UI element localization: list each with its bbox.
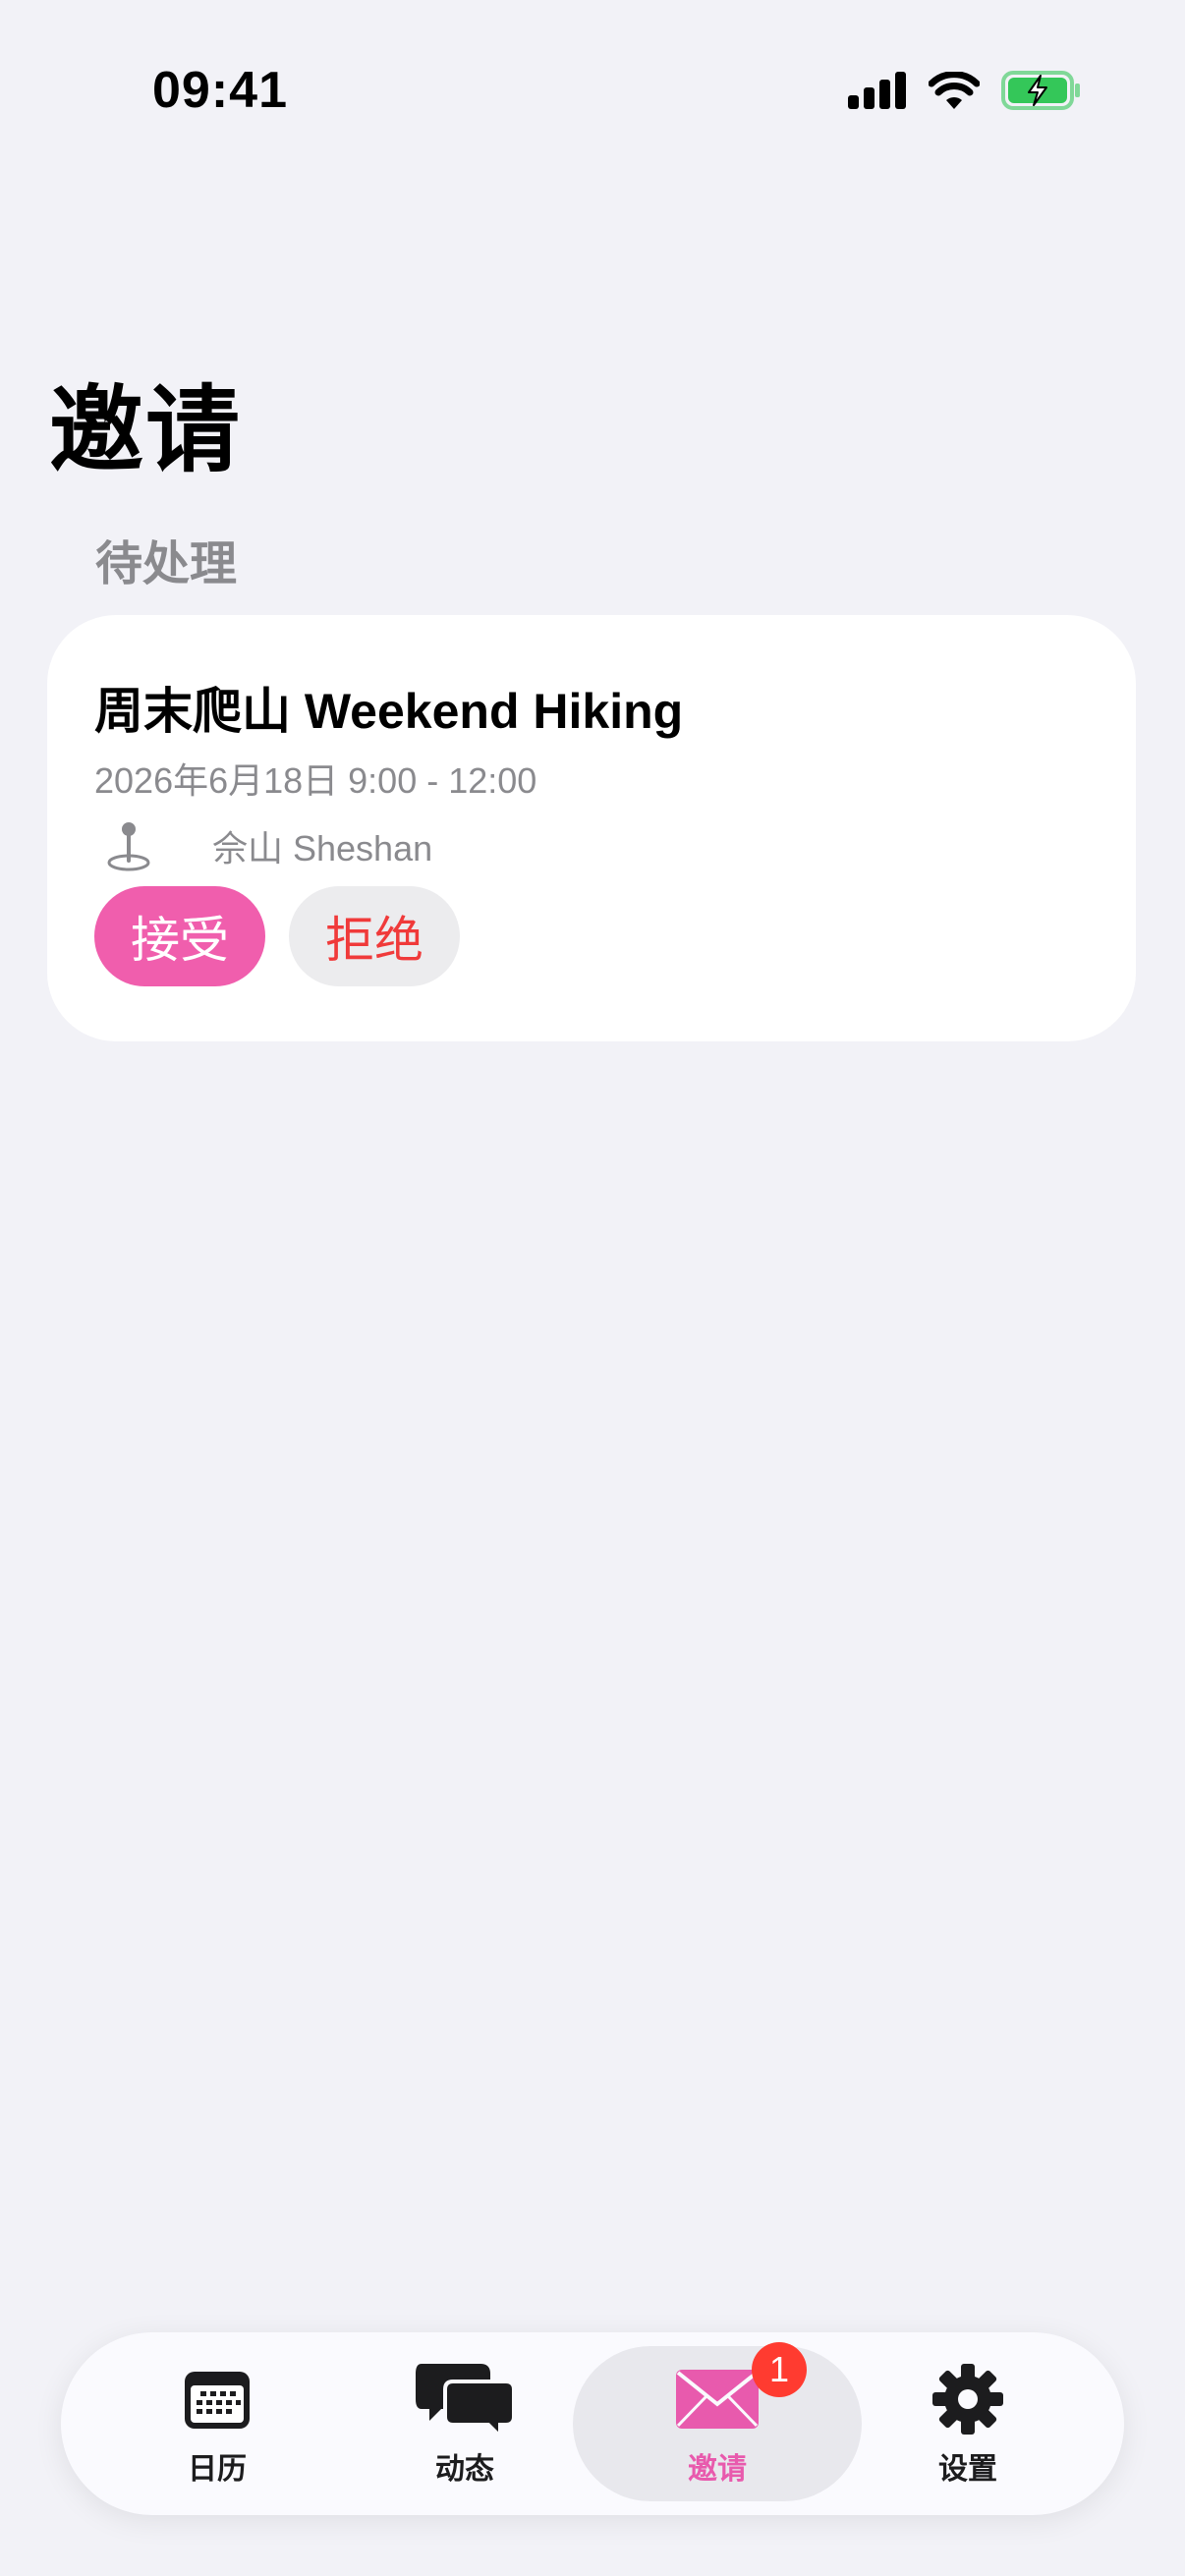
chat-bubbles-icon [416,2360,514,2438]
event-location: 佘山 Sheshan [94,812,432,880]
event-title: 周末爬山 Weekend Hiking [94,684,684,739]
tab-label-calendar: 日历 [188,2453,247,2486]
status-time: 09:41 [152,62,288,119]
decline-button[interactable]: 拒绝 [289,886,460,986]
invite-badge: 1 [752,2342,807,2397]
battery-charging-icon [1001,71,1080,110]
event-time: 2026年6月18日 9:00 - 12:00 [94,760,537,801]
signal-icon [848,72,906,109]
tab-label-feed: 动态 [435,2453,494,2486]
tab-invites[interactable]: 1 邀请 [592,2332,842,2515]
section-header-pending: 待处理 [95,538,238,590]
tab-feed[interactable]: 动态 [340,2332,590,2515]
tab-label-settings: 设置 [938,2453,997,2486]
accept-button[interactable]: 接受 [94,886,265,986]
envelope-icon: 1 [675,2342,807,2438]
tab-label-invites: 邀请 [688,2453,747,2486]
invite-card[interactable]: 周末爬山 Weekend Hiking 2026年6月18日 9:00 - 12… [47,615,1136,1041]
tab-calendar[interactable]: 日历 [92,2332,342,2515]
location-text: 佘山 Sheshan [212,828,433,868]
tab-bar: 日历 动态 1 邀请 设置 [61,2332,1124,2515]
status-icons [848,71,1082,110]
tab-settings[interactable]: 设置 [843,2332,1093,2515]
wifi-icon [929,72,980,109]
calendar-icon [183,2360,252,2438]
status-bar: 09:41 [0,0,1185,196]
page-title: 邀请 [49,378,242,483]
map-pin-icon [94,812,163,880]
gear-icon [931,2360,1004,2438]
